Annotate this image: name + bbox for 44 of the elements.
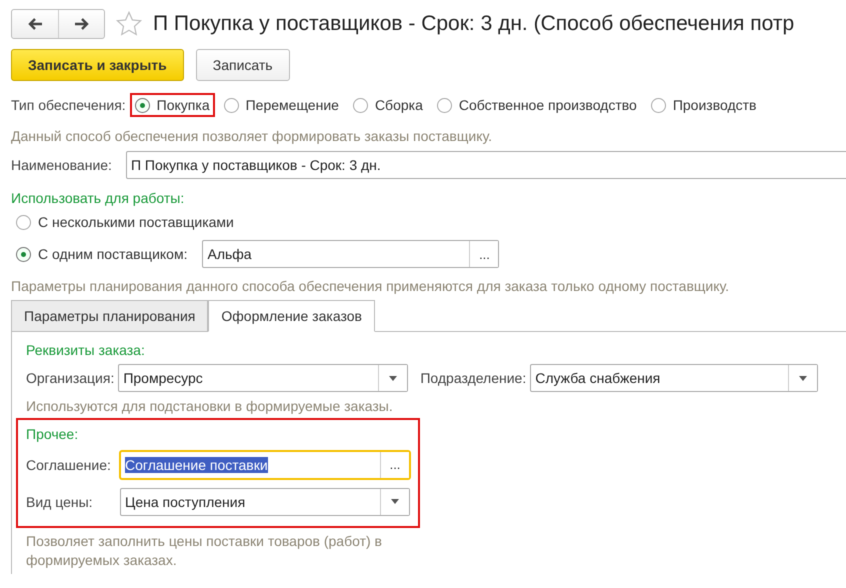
input-field[interactable]: П Покупка у поставщиков - Срок: 3 дн. bbox=[126, 151, 846, 179]
radio-circle[interactable] bbox=[352, 98, 368, 112]
hint-text: Позволяет заполнить цены поставки товаров (работ) в формируемых заказах. bbox=[26, 532, 383, 570]
left-arrow-icon bbox=[27, 17, 43, 31]
input-field[interactable]: Соглашение поставки ... bbox=[120, 450, 410, 478]
dropdown-field[interactable]: Служба снабжения bbox=[530, 364, 818, 392]
dropdown-field[interactable]: Цена поступления bbox=[120, 488, 410, 516]
hint-text: Данный способ обеспечения позволяет формировать заказы поставщику. bbox=[11, 127, 493, 146]
dropdown-caret-icon bbox=[389, 376, 398, 380]
section-title: Реквизиты заказа: bbox=[26, 341, 146, 360]
field-label: Соглашение: bbox=[26, 456, 112, 472]
right-arrow-icon bbox=[74, 17, 90, 31]
dropdown-caret-icon bbox=[391, 499, 399, 504]
section-title: Использовать для работы: bbox=[11, 189, 186, 208]
field-label: Подразделение: bbox=[420, 370, 526, 386]
window-title: П Покупка у поставщиков - Срок: 3 дн. (Способ обеспечения потр bbox=[153, 12, 794, 36]
radio-circle[interactable] bbox=[16, 214, 31, 230]
field-label: Организация: bbox=[26, 370, 114, 386]
radio-circle[interactable] bbox=[134, 98, 150, 112]
hint-text: Параметры планирования данного способа обеспечения применяются для заказа только одному поставщику. bbox=[11, 277, 730, 296]
save-and-close-button[interactable]: Записать и закрыть bbox=[11, 49, 184, 81]
star-icon[interactable] bbox=[115, 10, 143, 38]
dropdown-field[interactable]: Промресурс bbox=[118, 364, 408, 392]
tab[interactable]: Оформление заказов bbox=[208, 300, 375, 332]
radio-option[interactable]: С несколькими поставщиками bbox=[11, 210, 239, 234]
radio-option[interactable]: Производств bbox=[646, 93, 762, 117]
field-label: Наименование: bbox=[11, 157, 112, 173]
field-label: Тип обеспечения: bbox=[11, 97, 126, 113]
radio-option[interactable]: Сборка bbox=[348, 93, 428, 117]
radio-circle[interactable] bbox=[16, 246, 31, 262]
radio-option[interactable]: Покупка bbox=[130, 93, 215, 117]
radio-circle[interactable] bbox=[224, 98, 239, 112]
radio-circle[interactable] bbox=[650, 98, 666, 112]
radio-option[interactable]: Собственное производство bbox=[432, 93, 642, 117]
section-title: Прочее: bbox=[26, 425, 80, 444]
input-field[interactable]: Альфа ... bbox=[202, 240, 500, 268]
tab[interactable]: Параметры планирования bbox=[11, 300, 208, 332]
radio-circle[interactable] bbox=[436, 98, 452, 112]
field-label: Вид цены: bbox=[26, 494, 94, 510]
hint-text: Используются для подстановки в формируемые заказы. bbox=[26, 397, 394, 416]
dropdown-caret-icon bbox=[799, 376, 808, 380]
radio-option[interactable]: Перемещение bbox=[218, 93, 344, 117]
radio-option[interactable]: С одним поставщиком: bbox=[11, 242, 192, 266]
save-button[interactable]: Записать bbox=[196, 49, 290, 81]
